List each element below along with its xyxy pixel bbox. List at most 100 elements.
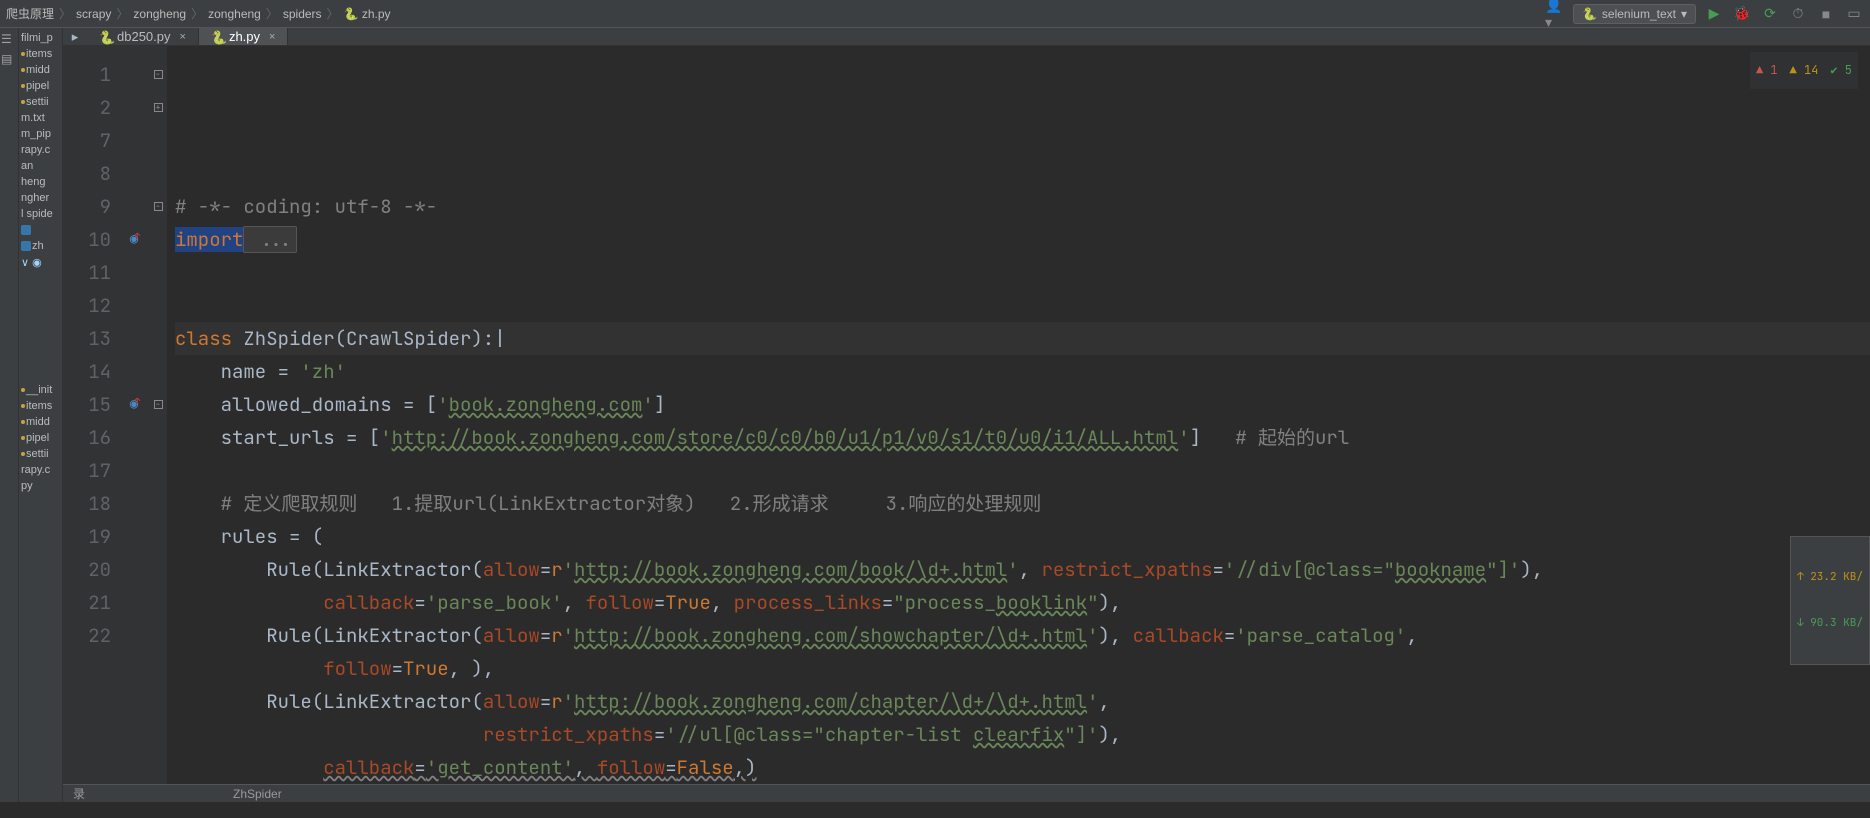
tab-label: zh.py — [229, 29, 260, 44]
code-line[interactable]: allowed_domains = ['book.zongheng.com'] — [175, 388, 1870, 421]
project-tree-item[interactable] — [19, 222, 62, 238]
code-line[interactable]: Rule(LinkExtractor(allow=r'http://book.z… — [175, 685, 1870, 718]
code-line[interactable]: Rule(LinkExtractor(allow=r'http://book.z… — [175, 619, 1870, 652]
fold-toggle[interactable]: − — [154, 70, 163, 79]
project-tree-item[interactable] — [19, 366, 62, 382]
line-number-gutter: 1278910111213141516171819202122 — [63, 46, 119, 784]
project-tree-item[interactable]: items — [19, 46, 62, 62]
editor-tab[interactable]: 🐍 db250.py × — [87, 28, 199, 45]
project-tree-item[interactable]: items — [19, 398, 62, 414]
fold-toggle[interactable]: + — [154, 103, 163, 112]
python-icon: 🐍 — [1582, 7, 1597, 21]
debug-button[interactable]: 🐞 — [1732, 4, 1752, 24]
breadcrumb-item[interactable]: scrapy — [76, 7, 111, 21]
project-tree-item[interactable]: rapy.c — [19, 142, 62, 158]
python-file-icon: 🐍 — [211, 30, 224, 43]
project-tree-item[interactable]: an — [19, 158, 62, 174]
coverage-button[interactable]: ⟳ — [1760, 4, 1780, 24]
code-line[interactable]: # -*- coding: utf-8 -*- — [175, 190, 1870, 223]
code-line[interactable]: start_urls = ['http://book.zongheng.com/… — [175, 421, 1870, 454]
project-tree-item[interactable]: midd — [19, 414, 62, 430]
code-content[interactable]: ▲ 1 ▲ 14 ✔ 5 ↑ 23.2 KB/ ↓ 90.3 KB/ # -*-… — [167, 46, 1870, 784]
override-gutter-icon[interactable]: ◉↑ — [130, 388, 138, 421]
search-everywhere-icon[interactable]: ▭ — [1844, 4, 1864, 24]
toolbar-right: 👤▾ 🐍 selenium_text ▾ ▶ 🐞 ⟳ ⏱ ■ ▭ — [1545, 4, 1864, 24]
code-line[interactable] — [175, 454, 1870, 487]
project-tree-item[interactable]: ngher — [19, 190, 62, 206]
code-line[interactable]: class ZhSpider(CrawlSpider):| — [175, 322, 1870, 355]
project-tree-item[interactable] — [19, 318, 62, 334]
code-line[interactable]: import ... — [175, 223, 1870, 256]
inspection-indicator[interactable]: ▲ 1 ▲ 14 ✔ 5 — [1750, 52, 1858, 89]
close-icon[interactable]: × — [269, 31, 275, 43]
code-line[interactable]: restrict_xpaths='//ul[@class="chapter-li… — [175, 718, 1870, 751]
fold-toggle[interactable]: − — [154, 202, 163, 211]
project-tree-item[interactable]: m_pip — [19, 126, 62, 142]
close-icon[interactable]: × — [180, 31, 186, 43]
code-line[interactable]: # 定义爬取规则 1.提取url(LinkExtractor对象) 2.形成请求… — [175, 487, 1870, 520]
fold-toggle[interactable]: − — [154, 400, 163, 409]
override-gutter-icon[interactable]: ◉↑ — [130, 223, 138, 256]
code-line[interactable]: follow=True, ), — [175, 652, 1870, 685]
run-configuration-selector[interactable]: 🐍 selenium_text ▾ — [1573, 4, 1696, 24]
breadcrumb-item[interactable]: spiders — [283, 7, 322, 21]
project-tree-item[interactable] — [19, 334, 62, 350]
code-line[interactable] — [175, 256, 1870, 289]
project-tree-item[interactable]: __init — [19, 382, 62, 398]
project-tree-item[interactable] — [19, 350, 62, 366]
warning-count: ▲ 14 — [1790, 54, 1819, 87]
code-editor[interactable]: 1278910111213141516171819202122 ◉↑◉↑ −+−… — [63, 46, 1870, 784]
project-tree-item[interactable]: py — [19, 478, 62, 494]
editor-area: ▸ 🐍 db250.py × 🐍 zh.py × 12789101112131415161… — [63, 28, 1870, 802]
editor-context-breadcrumb[interactable]: ZhSpider — [233, 787, 282, 801]
tab-label: db250.py — [117, 29, 171, 44]
status-left: 录 — [73, 785, 173, 802]
add-config-icon[interactable]: 👤▾ — [1545, 4, 1565, 24]
python-file-icon: 🐍 — [344, 7, 359, 21]
project-tree-item[interactable]: pipel — [19, 78, 62, 94]
editor-tab[interactable]: 🐍 zh.py × — [199, 28, 289, 45]
tabs-menu-icon[interactable]: ▸ — [63, 28, 87, 45]
project-tree-item[interactable]: l spide — [19, 206, 62, 222]
breadcrumb-item[interactable]: zongheng — [133, 7, 186, 21]
project-tree-item[interactable]: rapy.c — [19, 462, 62, 478]
code-line[interactable]: name = 'zh' — [175, 355, 1870, 388]
project-tree-item[interactable]: zh — [19, 238, 62, 254]
project-tree-item[interactable] — [19, 302, 62, 318]
fold-strip[interactable]: − + − − — [149, 46, 167, 784]
code-line[interactable]: rules = ( — [175, 520, 1870, 553]
profile-button[interactable]: ⏱ — [1788, 4, 1808, 24]
breadcrumb-item[interactable]: zongheng — [208, 7, 261, 21]
error-count: ▲ 1 — [1756, 54, 1778, 87]
project-tree-item[interactable] — [19, 270, 62, 286]
code-line[interactable]: Rule(LinkExtractor(allow=r'http://book.z… — [175, 553, 1870, 586]
project-tree-item[interactable]: pipel — [19, 430, 62, 446]
project-tree-item[interactable]: settii — [19, 446, 62, 462]
tool-window-strip-left: ☰ ▤ — [0, 28, 19, 802]
weak-warning-count: ✔ 5 — [1830, 54, 1852, 87]
project-tree[interactable]: filmi_pitemsmiddpipelsettiim.txtm_piprap… — [19, 28, 63, 802]
code-line[interactable] — [175, 289, 1870, 322]
code-line[interactable]: callback='parse_book', follow=True, proc… — [175, 586, 1870, 619]
chevron-down-icon: ▾ — [1681, 7, 1687, 21]
project-tree-item[interactable]: filmi_p — [19, 30, 62, 46]
project-tree-item[interactable]: heng — [19, 174, 62, 190]
project-tree-item[interactable]: midd — [19, 62, 62, 78]
python-file-icon: 🐍 — [99, 30, 112, 43]
stop-button[interactable]: ■ — [1816, 4, 1836, 24]
project-tree-item[interactable]: settii — [19, 94, 62, 110]
code-line[interactable]: callback='get_content', follow=False,) — [175, 751, 1870, 784]
gutter-icons: ◉↑ ◉↑ — [119, 46, 149, 784]
breadcrumb-item[interactable]: 爬虫原理 — [6, 5, 54, 22]
project-tree-item[interactable]: m.txt — [19, 110, 62, 126]
breadcrumb-item[interactable]: 🐍 zh.py — [344, 7, 391, 21]
project-tree-item[interactable]: ∨ ◉ — [19, 254, 62, 270]
structure-tool-icon[interactable]: ▤ — [1, 52, 17, 68]
project-tool-icon[interactable]: ☰ — [1, 32, 17, 48]
status-bar: 录 ZhSpider — [63, 784, 1870, 802]
network-speed-widget: ↑ 23.2 KB/ ↓ 90.3 KB/ — [1790, 536, 1870, 665]
run-config-label: selenium_text — [1602, 7, 1676, 21]
project-tree-item[interactable] — [19, 286, 62, 302]
run-button[interactable]: ▶ — [1704, 4, 1724, 24]
breadcrumb[interactable]: 爬虫原理〉scrapy〉zongheng〉zongheng〉spiders〉🐍 … — [6, 5, 1545, 22]
